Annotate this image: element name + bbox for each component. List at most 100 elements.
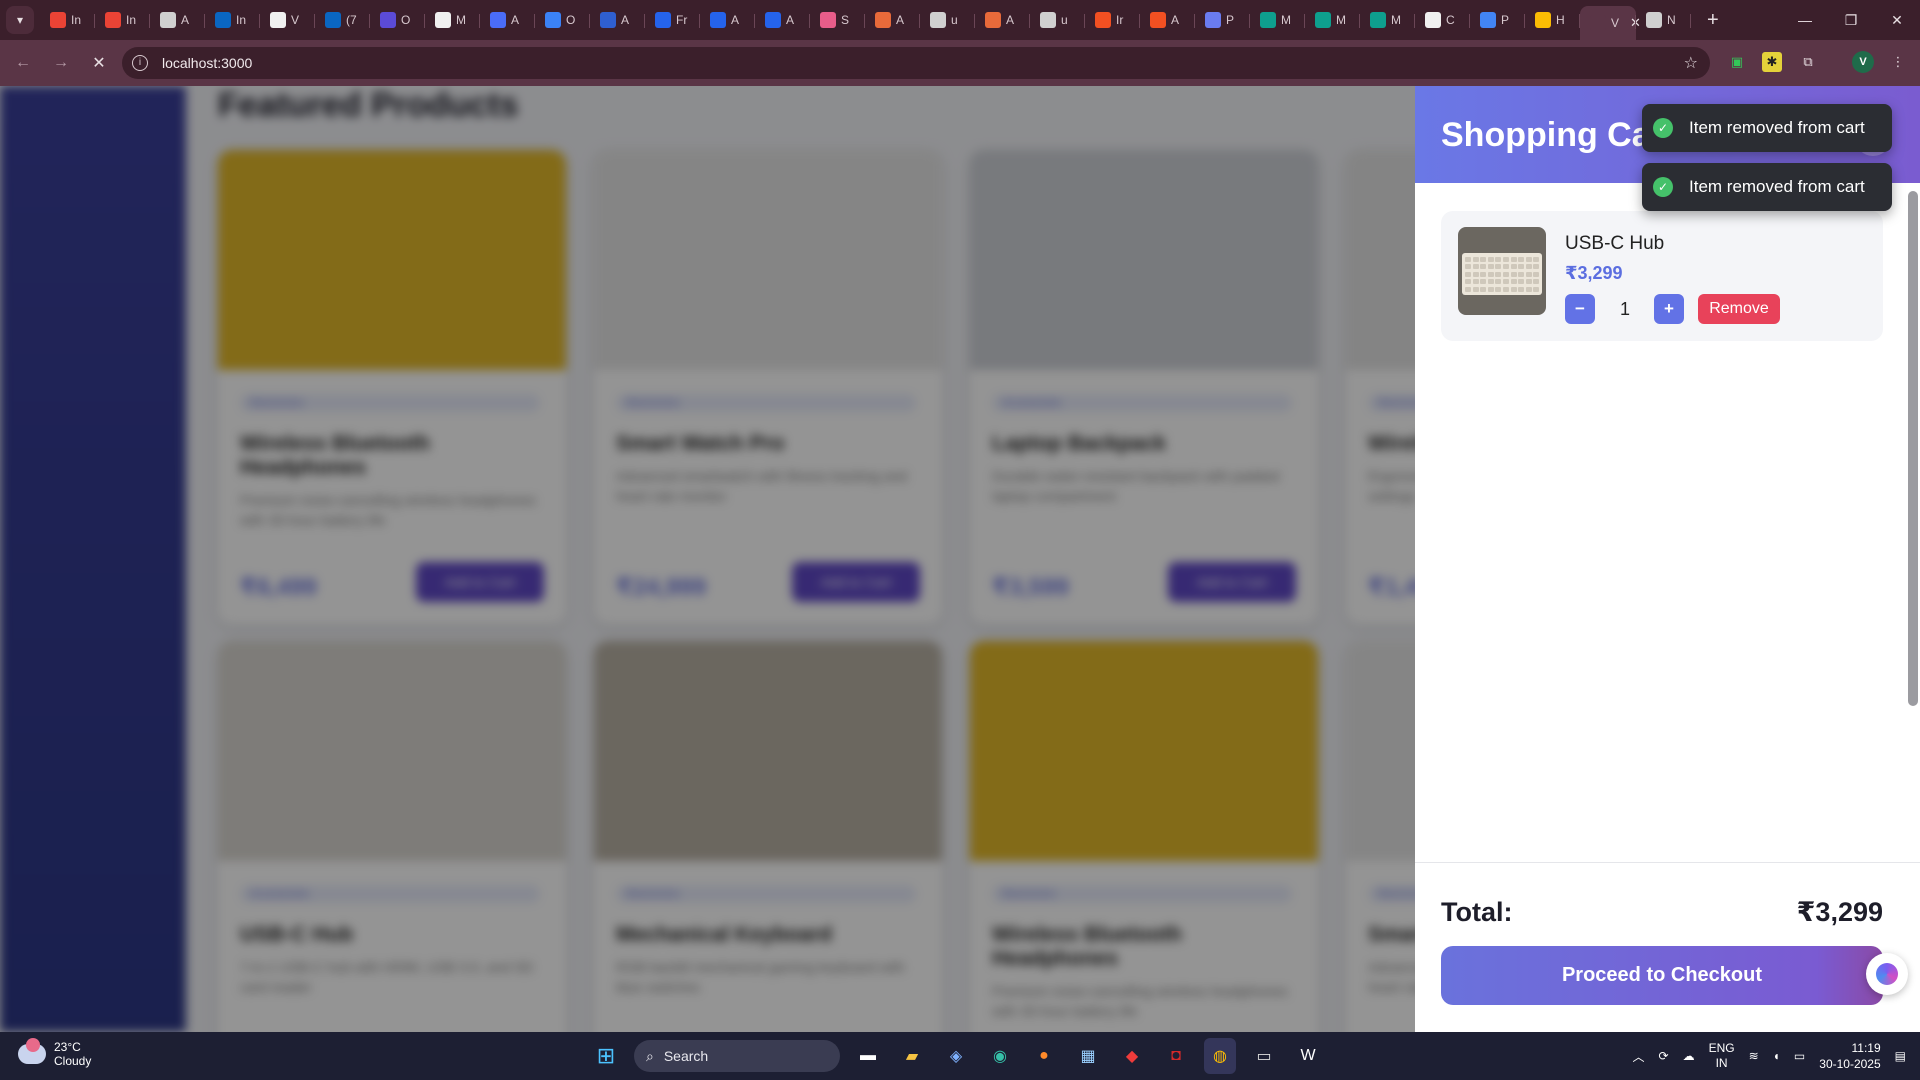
browser-tab[interactable]: V ✕ [1580, 6, 1641, 40]
browser-menu-icon[interactable]: ⋮ [1888, 52, 1908, 72]
browser-tab[interactable]: N [1636, 5, 1691, 35]
checkout-button[interactable]: Proceed to Checkout [1441, 946, 1883, 1005]
notifications-icon[interactable]: ▤ [1895, 1049, 1906, 1063]
store-icon[interactable]: ▦ [1072, 1038, 1104, 1074]
new-tab-button[interactable]: + [1707, 9, 1719, 32]
mcafee-icon[interactable]: ◘ [1160, 1038, 1192, 1074]
tab-label: u [951, 13, 958, 27]
chatgpt-icon [160, 12, 176, 28]
site-info-icon[interactable]: i [132, 55, 148, 71]
total-label: Total: [1441, 897, 1513, 927]
tab-label: A [1171, 13, 1180, 27]
cart-scrollbar[interactable] [1908, 191, 1918, 706]
browser-tab[interactable]: Ir [1085, 5, 1140, 35]
browser-tab[interactable]: V [260, 5, 315, 35]
volume-icon[interactable]: ◖ [1773, 1049, 1780, 1063]
browser-tab[interactable]: u [1030, 5, 1085, 35]
start-button[interactable]: ⊞ [590, 1038, 622, 1074]
browser-tab[interactable]: A [865, 5, 920, 35]
browser-tab[interactable]: A [590, 5, 645, 35]
browser-tab[interactable]: A [755, 5, 810, 35]
sync-icon[interactable]: ⟳ [1659, 1049, 1669, 1063]
browser-tab[interactable]: M [425, 5, 480, 35]
bookmark-star-icon[interactable]: ☆ [1684, 53, 1698, 73]
browser-tab[interactable]: (7 [315, 5, 370, 35]
taskbar-apps: ⊞ ⌕ Search ▬ ▰ ◈ ◉ ● ▦ ◆ ◘ ◍ ▭ W [590, 1038, 1324, 1074]
tab-label: S [841, 13, 850, 27]
browser-tab[interactable]: A [700, 5, 755, 35]
browser-tab[interactable]: O [370, 5, 425, 35]
snowflake-extension-icon[interactable]: ✱ [1762, 52, 1782, 72]
microsoft-icon [1150, 12, 1166, 28]
remove-item-button[interactable]: Remove [1698, 294, 1780, 324]
terminal-icon[interactable]: ▭ [1248, 1038, 1280, 1074]
browser-tab[interactable]: u [920, 5, 975, 35]
tab-label: V [291, 13, 300, 27]
address-bar[interactable]: i localhost:3000 ☆ [122, 47, 1710, 79]
file-explorer-icon[interactable]: ▰ [896, 1038, 928, 1074]
browser-tab[interactable]: P [1470, 5, 1525, 35]
extensions-puzzle-icon[interactable]: ⧉ [1798, 52, 1818, 72]
cart-footer: Total: ₹3,299 Proceed to Checkout [1415, 862, 1920, 1032]
minimize-button[interactable]: — [1782, 12, 1828, 28]
browser-tab[interactable]: In [205, 5, 260, 35]
linkedin-icon [215, 12, 231, 28]
browser-tab[interactable]: In [40, 5, 95, 35]
browser-tab[interactable]: A [975, 5, 1030, 35]
browser-tab[interactable]: M [1360, 5, 1415, 35]
tab-label: A [621, 13, 630, 27]
stop-loading-button[interactable]: ✕ [84, 53, 114, 73]
fm-icon [1315, 12, 1331, 28]
tab-label: V [1611, 16, 1620, 30]
cube-icon [820, 12, 836, 28]
copilot-icon[interactable]: ◈ [940, 1038, 972, 1074]
restore-button[interactable]: ❐ [1828, 12, 1874, 29]
toast-message: Item removed from cart [1689, 177, 1865, 196]
wifi-icon[interactable]: ≋ [1749, 1049, 1759, 1063]
browser-tab[interactable]: M [1250, 5, 1305, 35]
battery-icon[interactable]: ▭ [1794, 1049, 1805, 1063]
browser-tab[interactable]: P [1195, 5, 1250, 35]
onedrive-icon[interactable]: ☁ [1683, 1049, 1695, 1063]
chat-extension-icon[interactable]: ▣ [1727, 52, 1747, 72]
winsurf-icon[interactable]: W [1292, 1038, 1324, 1074]
m-icon [435, 12, 451, 28]
assistant-fab[interactable] [1866, 953, 1908, 995]
language-indicator[interactable]: ENG IN [1709, 1041, 1735, 1071]
browser-tab[interactable]: A [150, 5, 205, 35]
browser-tab[interactable]: A [1140, 5, 1195, 35]
browser-tab[interactable]: S [810, 5, 865, 35]
github-icon [270, 12, 286, 28]
browser-tab[interactable]: Fr [645, 5, 700, 35]
taskbar-search[interactable]: ⌕ Search [634, 1040, 840, 1072]
profile-avatar[interactable]: V [1852, 51, 1874, 73]
browser-tab[interactable]: O [535, 5, 590, 35]
cart-drawer: Shopping Cart × USB-C Hub ₹3,299 − 1 + R… [1415, 86, 1920, 1032]
browser-tab[interactable]: C [1415, 5, 1470, 35]
browser-tab[interactable]: In [95, 5, 150, 35]
task-view-icon[interactable]: ▬ [852, 1038, 884, 1074]
window-controls: — ❐ ✕ [1782, 0, 1920, 40]
tab-search-button[interactable]: ▾ [6, 6, 34, 34]
forward-button[interactable]: → [46, 54, 76, 72]
increase-quantity-button[interactable]: + [1654, 294, 1684, 324]
browser-tab[interactable]: H [1525, 5, 1580, 35]
url-text[interactable]: localhost:3000 [162, 55, 252, 71]
tab-label: In [236, 13, 247, 27]
chrome-icon[interactable]: ◍ [1204, 1038, 1236, 1074]
browser-tab[interactable]: M [1305, 5, 1360, 35]
tab-label: M [1391, 13, 1401, 27]
firefox-icon[interactable]: ● [1028, 1038, 1060, 1074]
browser-toolbar: ← → ✕ i localhost:3000 ☆ ▣ ✱ ⧉ V ⋮ [0, 40, 1920, 86]
tab-label: A [731, 13, 740, 27]
edge-icon[interactable]: ◉ [984, 1038, 1016, 1074]
browser-tab[interactable]: A [480, 5, 535, 35]
show-hidden-icons-icon[interactable]: ︿ [1633, 1048, 1645, 1065]
clock[interactable]: 11:19 30-10-2025 [1819, 1040, 1880, 1072]
back-button[interactable]: ← [8, 54, 38, 72]
weather-widget[interactable]: 23°C Cloudy [18, 1038, 91, 1068]
tab-label: P [1226, 13, 1235, 27]
close-window-button[interactable]: ✕ [1874, 12, 1920, 29]
decrease-quantity-button[interactable]: − [1565, 294, 1595, 324]
anydesk-icon[interactable]: ◆ [1116, 1038, 1148, 1074]
